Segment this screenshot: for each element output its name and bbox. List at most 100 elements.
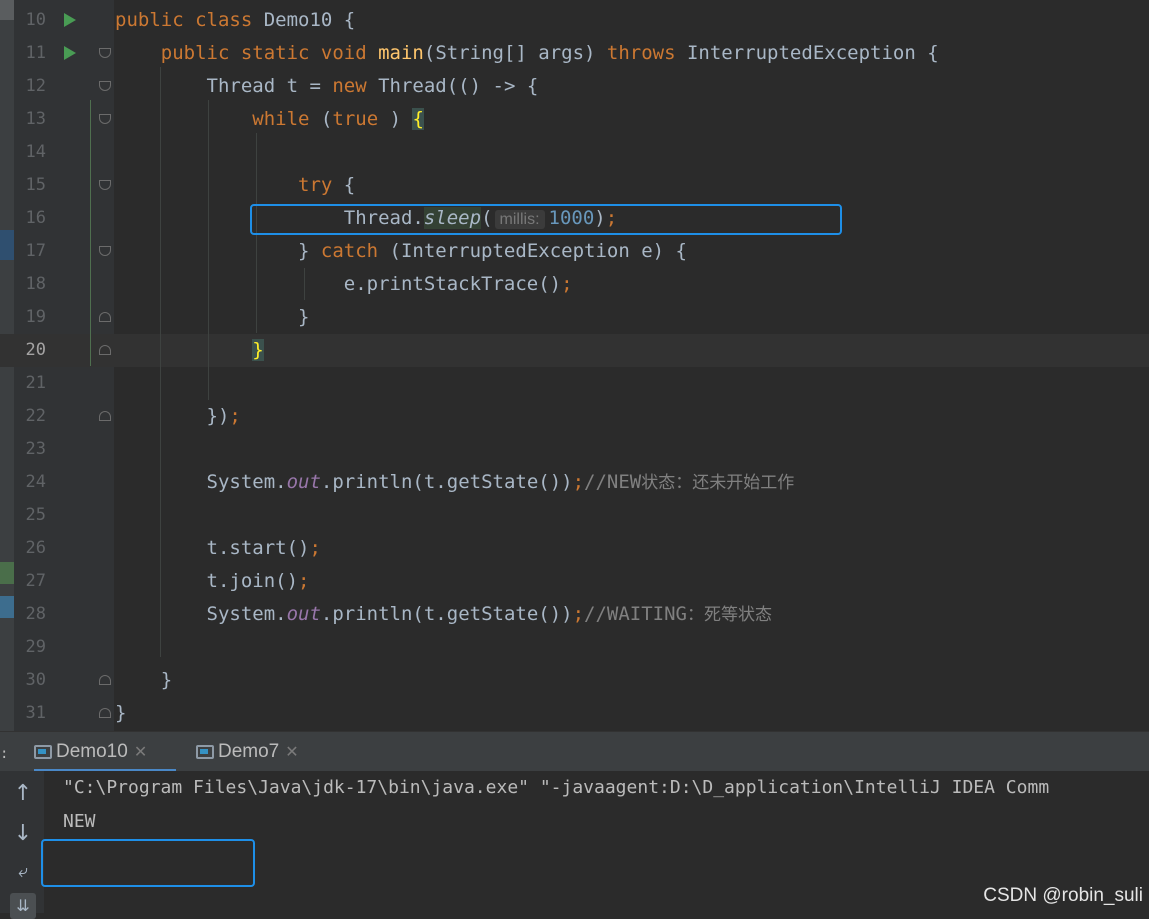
indent-guide <box>208 100 209 400</box>
code-token: ; <box>229 405 241 427</box>
code-text: } <box>115 301 309 334</box>
indent-guide <box>304 268 305 300</box>
code-line[interactable]: 20 } <box>0 334 1149 367</box>
code-line[interactable]: 11 public static void main(String[] args… <box>0 37 1149 70</box>
code-line[interactable]: 29 <box>0 631 1149 664</box>
code-token: Thread t = <box>115 75 333 97</box>
code-text: } <box>115 334 264 367</box>
line-number: 22 <box>25 406 46 426</box>
code-token: } <box>115 669 173 691</box>
line-number: 14 <box>25 142 46 162</box>
code-line[interactable]: 13 while (true ) { <box>0 103 1149 136</box>
fold-icon[interactable] <box>99 400 113 433</box>
code-token: ：死等状态 <box>687 605 772 625</box>
fold-icon[interactable] <box>99 37 113 70</box>
line-number: 25 <box>25 505 46 525</box>
code-token: ; <box>309 537 321 559</box>
code-line[interactable]: 31} <box>0 697 1149 730</box>
tab-label: Demo7 <box>218 741 280 762</box>
code-line[interactable]: 28 System.out.println(t.getState());//WA… <box>0 598 1149 631</box>
fold-icon[interactable] <box>99 169 113 202</box>
code-token: //WAITING <box>584 603 687 625</box>
code-line[interactable]: 24 System.out.println(t.getState());//NE… <box>0 466 1149 499</box>
arrow-down-icon[interactable]: ↓ <box>10 821 36 847</box>
code-text: public static void main(String[] args) t… <box>115 37 939 70</box>
line-number: 12 <box>25 76 46 96</box>
code-line[interactable]: 12 Thread t = new Thread(() -> { <box>0 70 1149 103</box>
line-number: 31 <box>25 703 46 723</box>
code-token: { <box>343 174 356 196</box>
fold-icon[interactable] <box>99 334 113 367</box>
close-icon[interactable]: ✕ <box>134 744 147 761</box>
code-token: Thread(() -> { <box>378 75 539 97</box>
highlight-box-output <box>41 839 255 887</box>
line-number: 30 <box>25 670 46 690</box>
code-line[interactable]: 21 <box>0 367 1149 400</box>
watermark: CSDN @robin_suli <box>983 885 1143 906</box>
code-line[interactable]: 19 } <box>0 301 1149 334</box>
line-number: 23 <box>25 439 46 459</box>
arrow-up-icon[interactable]: ↑ <box>10 781 36 807</box>
code-line[interactable]: 30 } <box>0 664 1149 697</box>
code-line[interactable]: 17 } catch (InterruptedException e) { <box>0 235 1149 268</box>
line-number: 13 <box>25 109 46 129</box>
code-line[interactable]: 23 <box>0 433 1149 466</box>
code-line[interactable]: 27 t.join(); <box>0 565 1149 598</box>
console-panel[interactable]: ↑ ↓ ⤶ ⇊ "C:\Program Files\Java\jdk-17\bi… <box>0 771 1149 919</box>
code-text: } <box>115 697 126 730</box>
code-line[interactable]: 15 try { <box>0 169 1149 202</box>
code-token: e.printStackTrace() <box>115 273 562 295</box>
code-line[interactable]: 10 public class Demo10 { <box>0 4 1149 37</box>
line-number: 11 <box>25 43 46 63</box>
fold-icon[interactable] <box>99 103 113 136</box>
line-number: 20 <box>25 340 46 360</box>
code-token: ; <box>572 471 585 493</box>
code-token: ; <box>561 273 573 295</box>
tab-demo7[interactable]: Demo7 ✕ <box>196 732 326 772</box>
code-token: (String[] args) <box>423 42 607 64</box>
code-token: 状态：还未开始工作 <box>641 473 795 493</box>
code-line[interactable]: 26 t.start(); <box>0 532 1149 565</box>
code-line[interactable]: 14 <box>0 136 1149 169</box>
line-number: 17 <box>25 241 46 261</box>
run-gutter-icon[interactable] <box>64 37 78 70</box>
code-token: ; <box>572 603 585 625</box>
close-icon[interactable]: ✕ <box>285 744 298 761</box>
code-line[interactable]: 22 }); <box>0 400 1149 433</box>
line-number: 19 <box>25 307 46 327</box>
run-tool-window-tabs: : Demo10 ✕ Demo7 ✕ <box>0 731 1149 772</box>
line-number: 15 <box>25 175 46 195</box>
code-token: System. <box>115 471 287 493</box>
code-line[interactable]: 25 <box>0 499 1149 532</box>
tab-demo10[interactable]: Demo10 ✕ <box>34 732 176 772</box>
console-toolbar: ↑ ↓ ⤶ ⇊ <box>0 771 44 919</box>
code-text: e.printStackTrace(); <box>115 268 573 301</box>
run-config-icon <box>196 744 214 759</box>
scroll-to-end-icon[interactable]: ⇊ <box>10 893 36 919</box>
code-token: .println(t.getState()) <box>320 603 573 625</box>
code-editor[interactable]: 10 public class Demo10 {11 public static … <box>0 0 1149 731</box>
line-number: 16 <box>25 208 46 228</box>
line-number: 10 <box>25 10 46 30</box>
code-line[interactable]: 18 e.printStackTrace(); <box>0 268 1149 301</box>
line-number: 27 <box>25 571 46 591</box>
fold-icon[interactable] <box>99 235 113 268</box>
line-number: 26 <box>25 538 46 558</box>
code-token: t.join() <box>115 570 299 592</box>
code-text: t.start(); <box>115 532 321 565</box>
code-token: t.start() <box>115 537 310 559</box>
code-token: InterruptedException { <box>686 42 939 64</box>
code-token: out <box>286 603 321 625</box>
fold-icon[interactable] <box>99 70 113 103</box>
fold-icon[interactable] <box>99 697 113 730</box>
fold-icon[interactable] <box>99 664 113 697</box>
run-gutter-icon[interactable] <box>64 4 78 37</box>
code-token: Demo10 { <box>263 9 356 31</box>
fold-icon[interactable] <box>99 301 113 334</box>
code-text: }); <box>115 400 241 433</box>
code-token: throws <box>606 42 687 64</box>
soft-wrap-icon[interactable]: ⤶ <box>10 859 36 885</box>
code-text: try { <box>115 169 355 202</box>
